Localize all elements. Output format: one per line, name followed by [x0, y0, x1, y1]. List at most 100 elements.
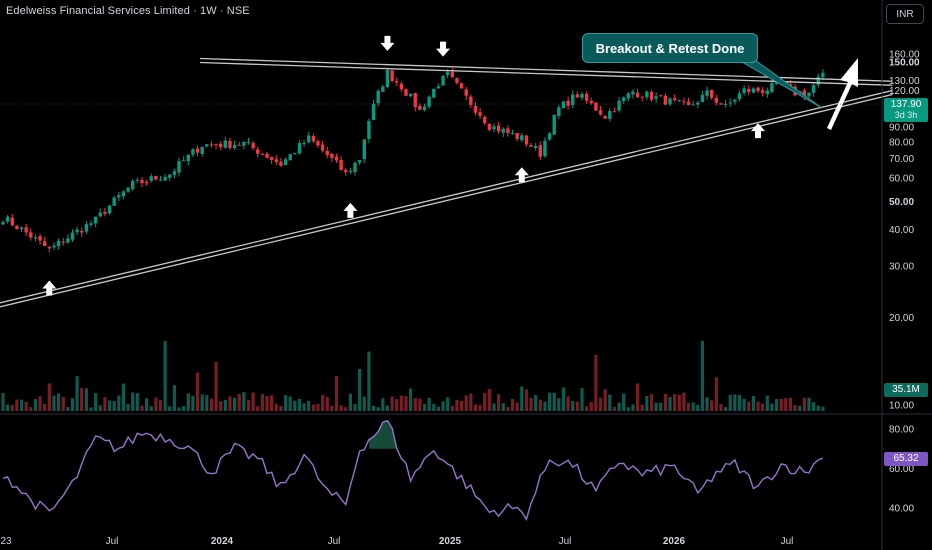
candle-body	[320, 144, 325, 151]
volume-bar	[802, 397, 806, 411]
candle-body	[200, 146, 204, 154]
candle-body	[418, 105, 422, 110]
volume-bar	[821, 406, 825, 411]
volume-bar	[686, 403, 691, 411]
candle-body	[621, 97, 626, 102]
last-price-badge: 137.90 3d 3h	[884, 98, 928, 122]
chart-canvas[interactable]: 10.00 20.00 30.00 40.00 50.00 60.00 70.00 80.00…	[0, 0, 932, 550]
volume-bar	[144, 398, 149, 411]
volume-bar	[223, 399, 227, 411]
candle-body	[603, 115, 607, 119]
candle-body	[177, 161, 181, 173]
volume-bar	[612, 406, 617, 411]
candle-body	[205, 144, 209, 147]
candle-body	[140, 179, 144, 184]
volume-bar	[742, 398, 746, 411]
candle-body	[432, 88, 436, 98]
candle-body	[89, 223, 93, 225]
volume-bar	[98, 405, 102, 411]
volume-bar	[710, 400, 714, 411]
currency-button[interactable]: INR	[886, 4, 924, 24]
volume-bar	[659, 402, 663, 411]
volume-bar	[302, 403, 306, 411]
candle-body	[728, 102, 732, 104]
candle-body	[612, 111, 617, 113]
volume-badge: 35.1M	[884, 383, 928, 397]
candle-body	[353, 162, 357, 173]
time-tick-label: 2025	[439, 536, 462, 547]
volume-bar	[334, 375, 339, 411]
candle-body	[130, 181, 135, 190]
candle-body	[107, 205, 112, 214]
volume-bar	[714, 377, 718, 411]
volume-bar	[316, 403, 320, 411]
time-tick-label: 23	[0, 536, 12, 547]
volume-bar	[385, 405, 390, 411]
volume-bar	[756, 401, 760, 411]
candle-body	[691, 104, 695, 106]
candle-body	[126, 187, 130, 192]
breakout-arrow-icon	[827, 58, 858, 130]
candle-body	[816, 76, 820, 85]
candle-body	[121, 191, 126, 197]
candle-body	[441, 75, 445, 86]
volume-bar	[163, 341, 167, 411]
candle-body	[302, 142, 306, 144]
volume-bar	[56, 393, 61, 411]
volume-bar	[52, 395, 56, 411]
candle-body	[367, 120, 371, 139]
candle-body	[144, 181, 149, 183]
candle-body	[663, 95, 668, 105]
candle-body	[260, 153, 265, 155]
volume-bar	[696, 404, 700, 411]
volume-bar	[663, 393, 667, 411]
candle-body	[598, 110, 603, 115]
volume-bar	[566, 396, 570, 411]
volume-bar	[256, 406, 260, 411]
candle-body	[510, 133, 515, 135]
candle-body	[232, 144, 237, 148]
volume-bar	[149, 406, 153, 411]
volume-bar	[450, 405, 454, 411]
candlesticks	[1, 67, 825, 253]
annotation-callout[interactable]: Breakout & Retest Done	[582, 33, 758, 63]
volume-bar	[205, 395, 209, 411]
volume-bar	[10, 404, 14, 411]
candle-body	[93, 216, 98, 224]
candle-body	[330, 153, 334, 158]
candle-body	[84, 224, 89, 232]
volume-bar	[436, 406, 441, 411]
volume-bar	[751, 395, 755, 411]
volume-bar	[131, 392, 135, 411]
volume-bar	[47, 383, 51, 411]
candle-body	[427, 96, 431, 107]
volume-bar	[459, 400, 464, 411]
price-tick-label: 70.00	[889, 154, 914, 165]
candle-body	[533, 146, 538, 149]
candle-body	[770, 83, 774, 92]
volume-bar	[798, 405, 802, 411]
volume-bar	[80, 387, 84, 411]
volume-bar	[75, 376, 79, 411]
volume-bar	[723, 407, 728, 411]
volume-bar	[112, 400, 116, 411]
candle-body	[399, 83, 404, 90]
candle-body	[269, 157, 274, 160]
volume-bar	[325, 396, 329, 411]
candle-body	[33, 237, 38, 239]
volume-bar	[427, 397, 431, 411]
candle-body	[70, 232, 75, 240]
volume-bar	[135, 393, 139, 411]
volume-bar	[381, 398, 385, 411]
volume-bar	[172, 385, 176, 411]
volume-bar	[515, 402, 519, 411]
time-tick-label: Jul	[781, 536, 794, 547]
volume-bar	[168, 406, 172, 411]
rsi-pane	[2, 419, 824, 521]
candle-body	[52, 245, 56, 248]
candle-body	[478, 112, 482, 117]
candle-body	[15, 225, 19, 229]
volume-bar	[529, 397, 533, 411]
volume-bar	[94, 392, 98, 411]
volume-bar	[390, 396, 394, 411]
